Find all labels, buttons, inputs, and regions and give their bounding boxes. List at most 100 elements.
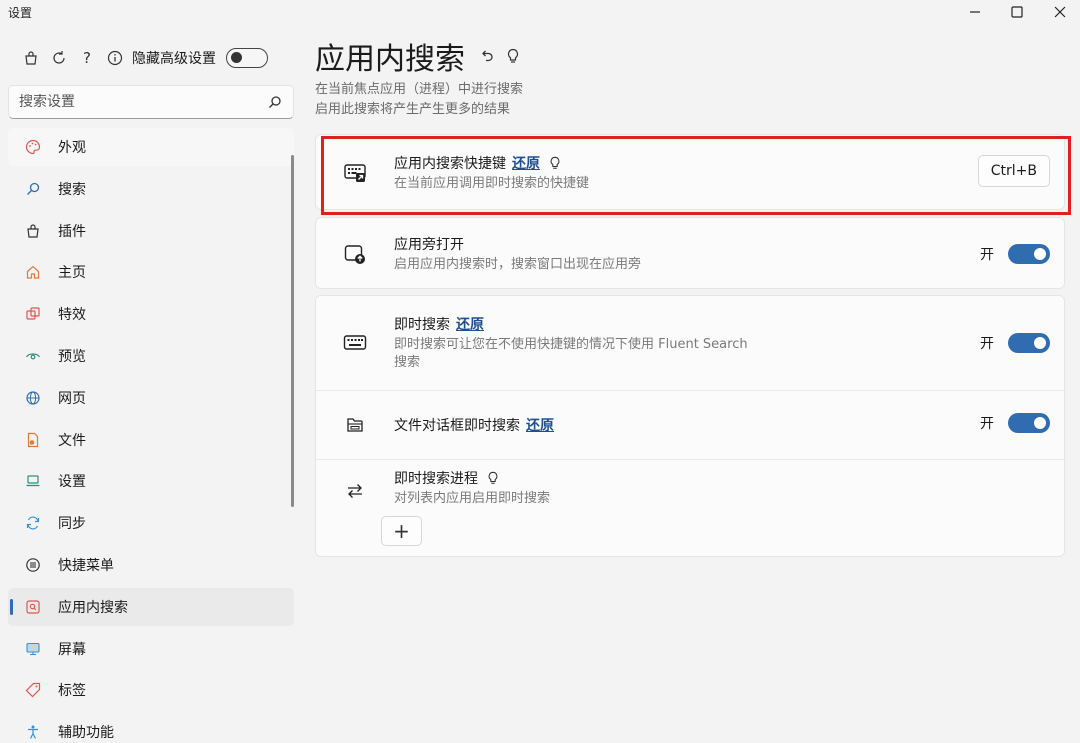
file-dialog-title: 文件对话框即时搜索: [394, 418, 520, 434]
sidebar-item-label: 应用内搜索: [58, 599, 128, 616]
sidebar-item-tags[interactable]: 标签: [8, 671, 294, 709]
instant-search-state-label: 开: [980, 336, 994, 352]
add-process-button[interactable]: +: [381, 516, 422, 546]
file-dialog-toggle[interactable]: [1008, 413, 1050, 433]
file-dialog-text: 文件对话框即时搜索 还原: [394, 415, 554, 435]
sidebar-item-screen[interactable]: 屏幕: [8, 630, 294, 668]
info-icon[interactable]: [104, 47, 126, 69]
search-input[interactable]: [19, 94, 267, 110]
sidebar-item-files[interactable]: 文件: [8, 421, 294, 459]
sidebar-item-quick-menu[interactable]: 快捷菜单: [8, 546, 294, 584]
sidebar-item-appearance[interactable]: 外观: [8, 128, 294, 166]
search-icon[interactable]: [267, 94, 283, 110]
sidebar-item-home[interactable]: 主页: [8, 253, 294, 291]
processes-subtitle: 对列表内应用启用即时搜索: [394, 491, 551, 506]
sidebar-item-effects[interactable]: 特效: [8, 295, 294, 333]
in-app-search-icon: [24, 598, 42, 616]
instant-search-card: 即时搜索 还原 即时搜索可让您在不使用快捷键的情况下使用 Fluent Searc…: [315, 295, 1065, 557]
window-title: 设置: [8, 6, 33, 20]
sidebar-item-search[interactable]: 搜索: [8, 170, 294, 208]
sidebar-item-web[interactable]: 网页: [8, 379, 294, 417]
sidebar-item-settings[interactable]: 设置: [8, 462, 294, 500]
page-description: 在当前焦点应用（进程）中进行搜索 启用此搜索将产生产生更多的结果: [315, 80, 523, 120]
plugin-bag-icon: [24, 222, 42, 240]
search-icon: [24, 180, 42, 198]
side-open-subtitle: 启用应用内搜索时，搜索窗口出现在应用旁: [394, 257, 642, 272]
sidebar-item-label: 文件: [58, 432, 86, 449]
keyboard-icon: [342, 330, 368, 356]
sidebar-item-in-app-search[interactable]: 应用内搜索: [8, 587, 294, 626]
instant-search-toggle[interactable]: [1008, 333, 1050, 353]
laptop-icon: [24, 472, 42, 490]
sidebar-item-accessibility[interactable]: 辅助功能: [8, 713, 294, 743]
side-open-card: 应用旁打开 启用应用内搜索时，搜索窗口出现在应用旁 开: [315, 217, 1065, 289]
bulb-icon[interactable]: [486, 471, 500, 485]
sidebar-item-label: 特效: [58, 307, 86, 324]
side-open-title: 应用旁打开: [394, 237, 464, 253]
desc-line-1: 在当前焦点应用（进程）中进行搜索: [315, 82, 524, 97]
accessibility-icon: [24, 723, 42, 741]
side-open-toggle[interactable]: [1008, 244, 1050, 264]
active-indicator: [10, 598, 13, 615]
sidebar-item-label: 插件: [58, 223, 86, 240]
instant-search-text: 即时搜索 还原 即时搜索可让您在不使用快捷键的情况下使用 Fluent Searc…: [394, 314, 748, 372]
minimize-icon[interactable]: [955, 0, 995, 24]
sync-icon: [24, 514, 42, 532]
search-settings-box[interactable]: [8, 85, 294, 119]
maximize-icon[interactable]: [997, 0, 1037, 24]
side-open-text: 应用旁打开 启用应用内搜索时，搜索窗口出现在应用旁: [394, 234, 641, 274]
sidebar-item-label: 标签: [58, 683, 86, 700]
file-icon: [24, 431, 42, 449]
undo-icon[interactable]: [477, 46, 497, 66]
screen-icon: [24, 640, 42, 658]
processes-row: 即时搜索进程 对列表内应用启用即时搜索 +: [316, 460, 1064, 556]
sidebar-item-label: 预览: [58, 348, 86, 365]
page-title-text: 应用内搜索: [315, 42, 465, 77]
sidebar-item-sync[interactable]: 同步: [8, 504, 294, 542]
swap-arrows-icon: [342, 478, 368, 504]
refresh-icon[interactable]: [48, 47, 70, 69]
effects-icon: [24, 305, 42, 323]
tag-icon: [24, 681, 42, 699]
help-icon[interactable]: ?: [76, 47, 98, 69]
sidebar-item-label: 设置: [58, 474, 86, 491]
side-open-state-label: 开: [980, 247, 994, 263]
file-dialog-restore-link[interactable]: 还原: [526, 415, 554, 435]
sidebar-item-label: 网页: [58, 390, 86, 407]
sidebar-item-label: 搜索: [58, 181, 86, 198]
instant-search-restore-link[interactable]: 还原: [456, 314, 484, 334]
instant-subtitle-line-2: 搜索: [394, 355, 421, 370]
folder-icon: [342, 412, 368, 438]
sidebar-nav: 外观 搜索 插件 主页 特效 预览 网页 文件 设置 同步 快捷菜单 应用内搜索…: [8, 128, 294, 743]
bag-icon[interactable]: [20, 47, 42, 69]
sidebar-item-preview[interactable]: 预览: [8, 337, 294, 375]
sidebar-item-label: 同步: [58, 516, 86, 533]
sidebar-item-label: 外观: [58, 140, 86, 156]
window-arrow-icon: [342, 241, 368, 267]
instant-subtitle-line-1: 即时搜索可让您在不使用快捷键的情况下使用 Fluent Search: [394, 337, 748, 352]
home-icon: [24, 263, 42, 281]
processes-text: 即时搜索进程 对列表内应用启用即时搜索: [394, 468, 550, 508]
eye-icon: [24, 347, 42, 365]
instant-search-row: 即时搜索 还原 即时搜索可让您在不使用快捷键的情况下使用 Fluent Searc…: [316, 296, 1064, 390]
sidebar-item-plugins[interactable]: 插件: [8, 212, 294, 250]
sidebar-item-label: 辅助功能: [58, 725, 114, 742]
desc-line-2: 启用此搜索将产生产生更多的结果: [315, 102, 511, 117]
side-open-row: 应用旁打开 启用应用内搜索时，搜索窗口出现在应用旁 开: [316, 218, 1064, 290]
globe-icon: [24, 389, 42, 407]
highlight-box: [321, 136, 1071, 215]
advanced-settings-label: 隐藏高级设置: [132, 51, 216, 67]
sidebar-item-label: 屏幕: [58, 641, 86, 658]
sidebar-scrollbar[interactable]: [291, 155, 294, 507]
sidebar-item-label: 快捷菜单: [58, 557, 114, 574]
advanced-settings-toggle[interactable]: [226, 48, 268, 68]
close-icon[interactable]: [1040, 0, 1080, 24]
processes-title: 即时搜索进程: [394, 471, 478, 487]
instant-search-title: 即时搜索: [394, 317, 450, 333]
file-dialog-state-label: 开: [980, 416, 994, 432]
instant-search-subtitle: 即时搜索可让您在不使用快捷键的情况下使用 Fluent Search 搜索: [394, 336, 748, 372]
sidebar-item-label: 主页: [58, 265, 86, 282]
bulb-icon[interactable]: [503, 46, 523, 66]
palette-icon: [24, 138, 42, 156]
sidebar-toolbar: ? 隐藏高级设置: [20, 44, 268, 72]
